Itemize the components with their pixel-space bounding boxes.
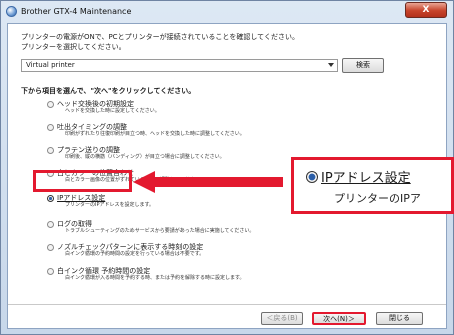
title-bar[interactable]: Brother GTX-4 Maintenance X xyxy=(1,1,453,23)
option-description: 白インク循環が入る時間を予約する時、または予約を解除する時に設定します。 xyxy=(65,275,245,281)
zoom-title: IPアドレス設定 xyxy=(321,171,411,186)
intro-line-1: プリンターの電源がONで、PCとプリンターが接続されていることを確認してください… xyxy=(21,33,299,41)
printer-select[interactable]: Virtual printer xyxy=(21,59,338,72)
intro-text: プリンターの電源がONで、PCとプリンターが接続されていることを確認してください… xyxy=(21,32,299,52)
option-description: ヘッドを交換した時に設定してください。 xyxy=(65,108,160,114)
radio-button-selected[interactable] xyxy=(47,195,54,202)
radio-button[interactable] xyxy=(47,221,54,228)
search-button[interactable]: 検索 xyxy=(342,58,384,73)
zoom-callout: IPアドレス設定 プリンターのIPア xyxy=(291,157,454,214)
next-button[interactable]: 次へ(N)＞ xyxy=(312,312,366,325)
zoom-description: プリンターのIPア xyxy=(334,192,421,205)
radio-button[interactable] xyxy=(47,244,54,251)
close-button[interactable]: 閉じる xyxy=(376,312,423,325)
window-title: Brother GTX-4 Maintenance xyxy=(21,7,132,16)
radio-button[interactable] xyxy=(47,147,54,154)
option-description: 印刷がずれたり往復印刷が目立つ時、ヘッドを交換した時に調整してください。 xyxy=(65,131,245,137)
printer-select-value: Virtual printer xyxy=(26,61,75,69)
instruction-heading: 下から項目を選んで、"次へ"をクリックしてください。 xyxy=(21,87,196,95)
radio-button[interactable] xyxy=(47,124,54,131)
intro-line-2: プリンターを選択してください。 xyxy=(21,43,126,51)
option-description: 白インク循環の予約時間の設定を行っている場合は不要です。 xyxy=(65,251,205,257)
radio-button[interactable] xyxy=(47,268,54,275)
window-close-button[interactable]: X xyxy=(405,2,447,18)
radio-button[interactable] xyxy=(47,101,54,108)
pointer-arrow-icon xyxy=(133,171,283,193)
back-button[interactable]: ＜戻る(B) xyxy=(261,312,303,325)
app-icon xyxy=(6,6,17,17)
option-description: トラブルシューティングのためサービスから要請があった場合に実施してください。 xyxy=(65,228,255,234)
highlight-box xyxy=(33,170,132,192)
option-description: プリンターのIPアドレスを設定します。 xyxy=(65,202,154,208)
chevron-down-icon xyxy=(328,63,334,67)
footer-divider xyxy=(8,304,446,305)
option-description: 印刷後、縦の横筋（バンディング）が目立つ場合に調整してください。 xyxy=(65,154,225,160)
zoom-radio-icon xyxy=(306,171,318,183)
